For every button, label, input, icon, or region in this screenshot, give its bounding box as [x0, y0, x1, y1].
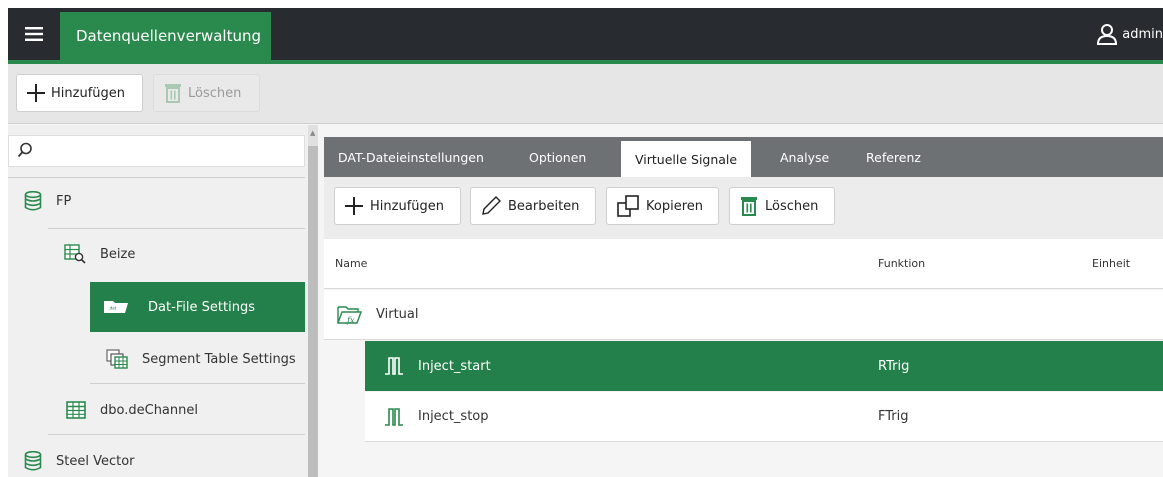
signal-name: Inject_start: [418, 358, 491, 374]
main-toolbar: Hinzufügen Löschen: [8, 64, 1163, 124]
table-search-icon: [64, 244, 86, 264]
tab-label: Virtuelle Signale: [635, 151, 738, 167]
hamburger-icon: [25, 27, 43, 41]
table-group-row[interactable]: fx Virtual: [324, 290, 1163, 340]
signal-function: RTrig: [878, 358, 910, 374]
tree-node-label: Dat-File Settings: [148, 299, 255, 315]
copy-icon: [617, 195, 639, 217]
signal-edit-button[interactable]: Bearbeiten: [470, 187, 596, 225]
search-icon: [17, 142, 32, 158]
user-icon: [1097, 24, 1118, 45]
tab-label: Optionen: [529, 149, 587, 165]
tab-label: Referenz: [866, 149, 921, 165]
app-title: Datenquellenverwaltung: [76, 27, 262, 45]
tree-search-input[interactable]: [8, 135, 305, 167]
signal-edit-label: Bearbeiten: [508, 198, 580, 214]
tree-node-label: Segment Table Settings: [142, 351, 296, 367]
delete-button[interactable]: Löschen: [153, 74, 260, 112]
tree-separator: [90, 383, 305, 384]
tab-label: Analyse: [780, 149, 830, 165]
tree-scrollbar-thumb[interactable]: [308, 146, 318, 477]
signal-name: Inject_stop: [418, 409, 489, 424]
tree-separator: [8, 177, 305, 178]
app-frame: Datenquellenverwaltung admin Hinzufügen …: [8, 8, 1163, 477]
tree-node-segment-table-settings[interactable]: Segment Table Settings: [106, 349, 296, 369]
signal-function: FTrig: [878, 409, 909, 424]
table-header: Name Funktion Einheit: [324, 239, 1163, 289]
database-icon: [24, 191, 42, 211]
pencil-icon: [482, 196, 501, 215]
tab-dat-settings[interactable]: DAT-Dateieinstellungen: [338, 137, 484, 177]
tab-virtuelle-signale[interactable]: Virtuelle Signale: [621, 141, 752, 177]
signal-delete-button[interactable]: Löschen: [729, 187, 835, 225]
tree-node-dat-file-settings[interactable]: .dat Dat-File Settings: [90, 282, 305, 332]
table-icon: [66, 401, 86, 419]
tab-label: DAT-Dateieinstellungen: [338, 149, 484, 165]
user-menu[interactable]: admin: [1096, 8, 1163, 60]
add-button-label: Hinzufügen: [51, 85, 125, 101]
tree-node-beize[interactable]: Beize: [64, 244, 135, 264]
signals-toolbar: Hinzufügen Bearbeiten Kopieren Löschen: [324, 177, 1163, 239]
user-name: admin: [1122, 26, 1163, 42]
tab-optionen[interactable]: Optionen: [529, 137, 586, 177]
delete-button-label: Löschen: [188, 85, 242, 101]
plus-icon: [345, 197, 363, 215]
database-icon: [24, 451, 42, 471]
top-bar: Datenquellenverwaltung admin: [8, 8, 1163, 60]
signal-copy-label: Kopieren: [646, 198, 703, 214]
tab-bar: DAT-Dateieinstellungen Optionen Virtuell…: [324, 137, 1163, 177]
column-header-name[interactable]: Name: [335, 257, 367, 270]
signal-delete-label: Löschen: [765, 198, 819, 214]
tree-node-label: Beize: [100, 246, 136, 262]
tree-node-steel-vector[interactable]: Steel Vector: [24, 451, 135, 471]
signal-add-button[interactable]: Hinzufügen: [334, 187, 461, 225]
tree-separator: [48, 434, 305, 435]
app-title-tab[interactable]: Datenquellenverwaltung: [60, 12, 271, 60]
group-label: Virtual: [376, 307, 419, 322]
pulse-signal-icon: [385, 407, 403, 426]
plus-icon: [27, 84, 45, 102]
table-row[interactable]: Inject_start RTrig: [365, 341, 1163, 391]
tree-node-dbo-dechannel[interactable]: dbo.deChannel: [66, 401, 198, 419]
column-header-unit[interactable]: Einheit: [1092, 257, 1130, 270]
trash-icon: [741, 197, 757, 216]
datasource-tree: FP Beize .dat Dat-File Settings Segment …: [8, 125, 318, 477]
tree-node-label: FP: [56, 193, 72, 209]
signal-add-label: Hinzufügen: [370, 198, 444, 214]
segment-table-icon: [106, 349, 128, 369]
detail-panel: DAT-Dateieinstellungen Optionen Virtuell…: [324, 125, 1163, 477]
add-button[interactable]: Hinzufügen: [16, 74, 143, 112]
tree-node-label: dbo.deChannel: [100, 402, 198, 418]
tab-analyse[interactable]: Analyse: [780, 137, 829, 177]
pulse-signal-icon: [385, 357, 403, 375]
tab-referenz[interactable]: Referenz: [866, 137, 921, 177]
trash-icon: [165, 84, 181, 103]
svg-text:fx: fx: [346, 316, 355, 325]
signals-table: Name Funktion Einheit fx Virtual Inject_…: [324, 239, 1163, 477]
function-folder-icon: fx: [337, 305, 362, 325]
dat-file-icon: .dat: [104, 301, 128, 313]
signal-copy-button[interactable]: Kopieren: [606, 187, 719, 225]
tree-node-label: Steel Vector: [56, 453, 135, 469]
column-header-function[interactable]: Funktion: [878, 257, 925, 270]
scroll-up-icon[interactable]: ▲: [310, 129, 315, 137]
hamburger-menu-button[interactable]: [8, 8, 60, 60]
tree-node-fp[interactable]: FP: [24, 191, 71, 211]
svg-text:.dat: .dat: [109, 306, 117, 311]
table-row[interactable]: Inject_stop FTrig: [365, 392, 1163, 442]
tree-separator: [48, 228, 305, 229]
